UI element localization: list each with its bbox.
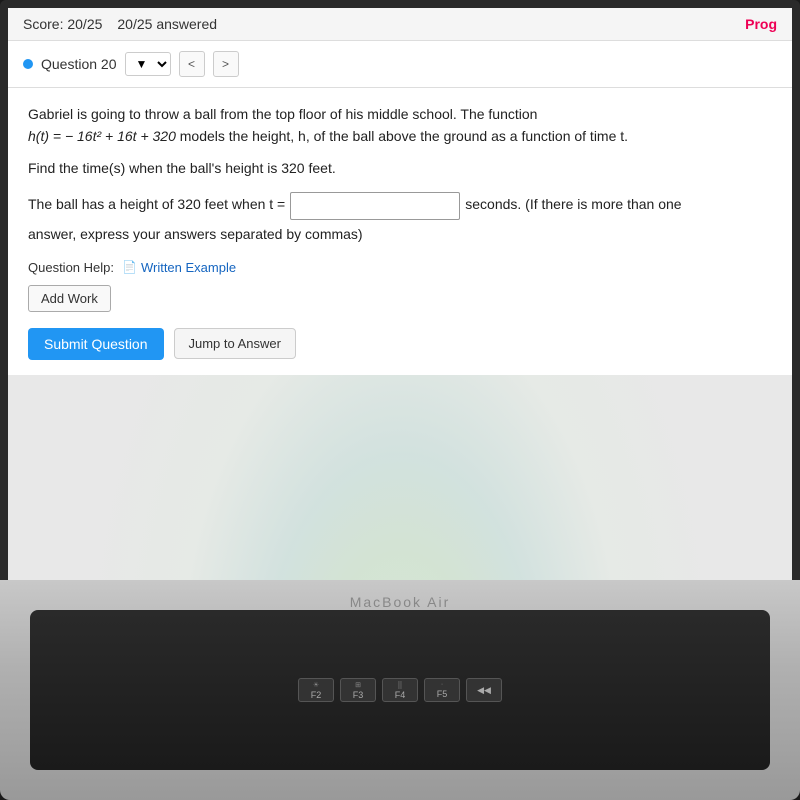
key-f4: ⣿ F4 <box>382 678 418 702</box>
help-label: Question Help: <box>28 260 114 275</box>
written-example-label: Written Example <box>141 260 236 275</box>
key-rewind: ◀◀ <box>466 678 502 702</box>
macbook-label: MacBook Air <box>350 594 451 610</box>
keyboard-row: ☀ F2 ⊞ F3 ⣿ F4 · F5 ◀◀ <box>298 678 502 702</box>
prev-button[interactable]: < <box>179 51 205 77</box>
question-dot <box>23 59 33 69</box>
question-text-line1: Gabriel is going to throw a ball from th… <box>28 106 537 122</box>
laptop-body: MacBook Air ☀ F2 ⊞ F3 ⣿ F4 · F5 <box>0 580 800 800</box>
question-body: Gabriel is going to throw a ball from th… <box>8 88 792 375</box>
answer-input[interactable] <box>290 192 460 220</box>
laptop-keyboard: ☀ F2 ⊞ F3 ⣿ F4 · F5 ◀◀ <box>30 610 770 770</box>
question-label: Question 20 <box>41 56 117 72</box>
find-text: Find the time(s) when the ball's height … <box>28 160 772 176</box>
question-nav: Question 20 ▼ < > <box>8 41 792 88</box>
bottom-buttons: Submit Question Jump to Answer <box>28 328 772 360</box>
doc-icon: 📄 <box>122 260 137 274</box>
prog-link[interactable]: Prog <box>745 16 777 32</box>
score-info: Score: 20/25 20/25 answered <box>23 16 217 32</box>
key-f2: ☀ F2 <box>298 678 334 702</box>
written-example-link[interactable]: 📄 Written Example <box>122 260 236 275</box>
answer-prefix: The ball has a height of 320 feet when t… <box>28 192 285 217</box>
answer-note: answer, express your answers separated b… <box>28 226 772 242</box>
key-f5: · F5 <box>424 678 460 702</box>
key-f3: ⊞ F3 <box>340 678 376 702</box>
question-select[interactable]: ▼ <box>125 52 171 76</box>
answer-suffix: seconds. (If there is more than one <box>465 192 681 217</box>
answered-label: 20/25 answered <box>117 16 217 32</box>
content-panel: Score: 20/25 20/25 answered Prog Questio… <box>8 8 792 375</box>
question-formula: h(t) = − 16t² + 16t + 320 <box>28 128 176 144</box>
answer-row: The ball has a height of 320 feet when t… <box>28 192 772 220</box>
next-button[interactable]: > <box>213 51 239 77</box>
score-label: Score: 20/25 <box>23 16 102 32</box>
question-text-line2: models the height, h, of the ball above … <box>180 128 628 144</box>
jump-to-answer-button[interactable]: Jump to Answer <box>174 328 297 359</box>
screen-container: Score: 20/25 20/25 answered Prog Questio… <box>0 0 800 800</box>
screen: Score: 20/25 20/25 answered Prog Questio… <box>8 8 792 583</box>
submit-button[interactable]: Submit Question <box>28 328 164 360</box>
question-text: Gabriel is going to throw a ball from th… <box>28 103 772 148</box>
question-help: Question Help: 📄 Written Example <box>28 260 772 275</box>
header-bar: Score: 20/25 20/25 answered Prog <box>8 8 792 41</box>
add-work-button[interactable]: Add Work <box>28 285 111 312</box>
screen-bezel: Score: 20/25 20/25 answered Prog Questio… <box>0 0 800 595</box>
